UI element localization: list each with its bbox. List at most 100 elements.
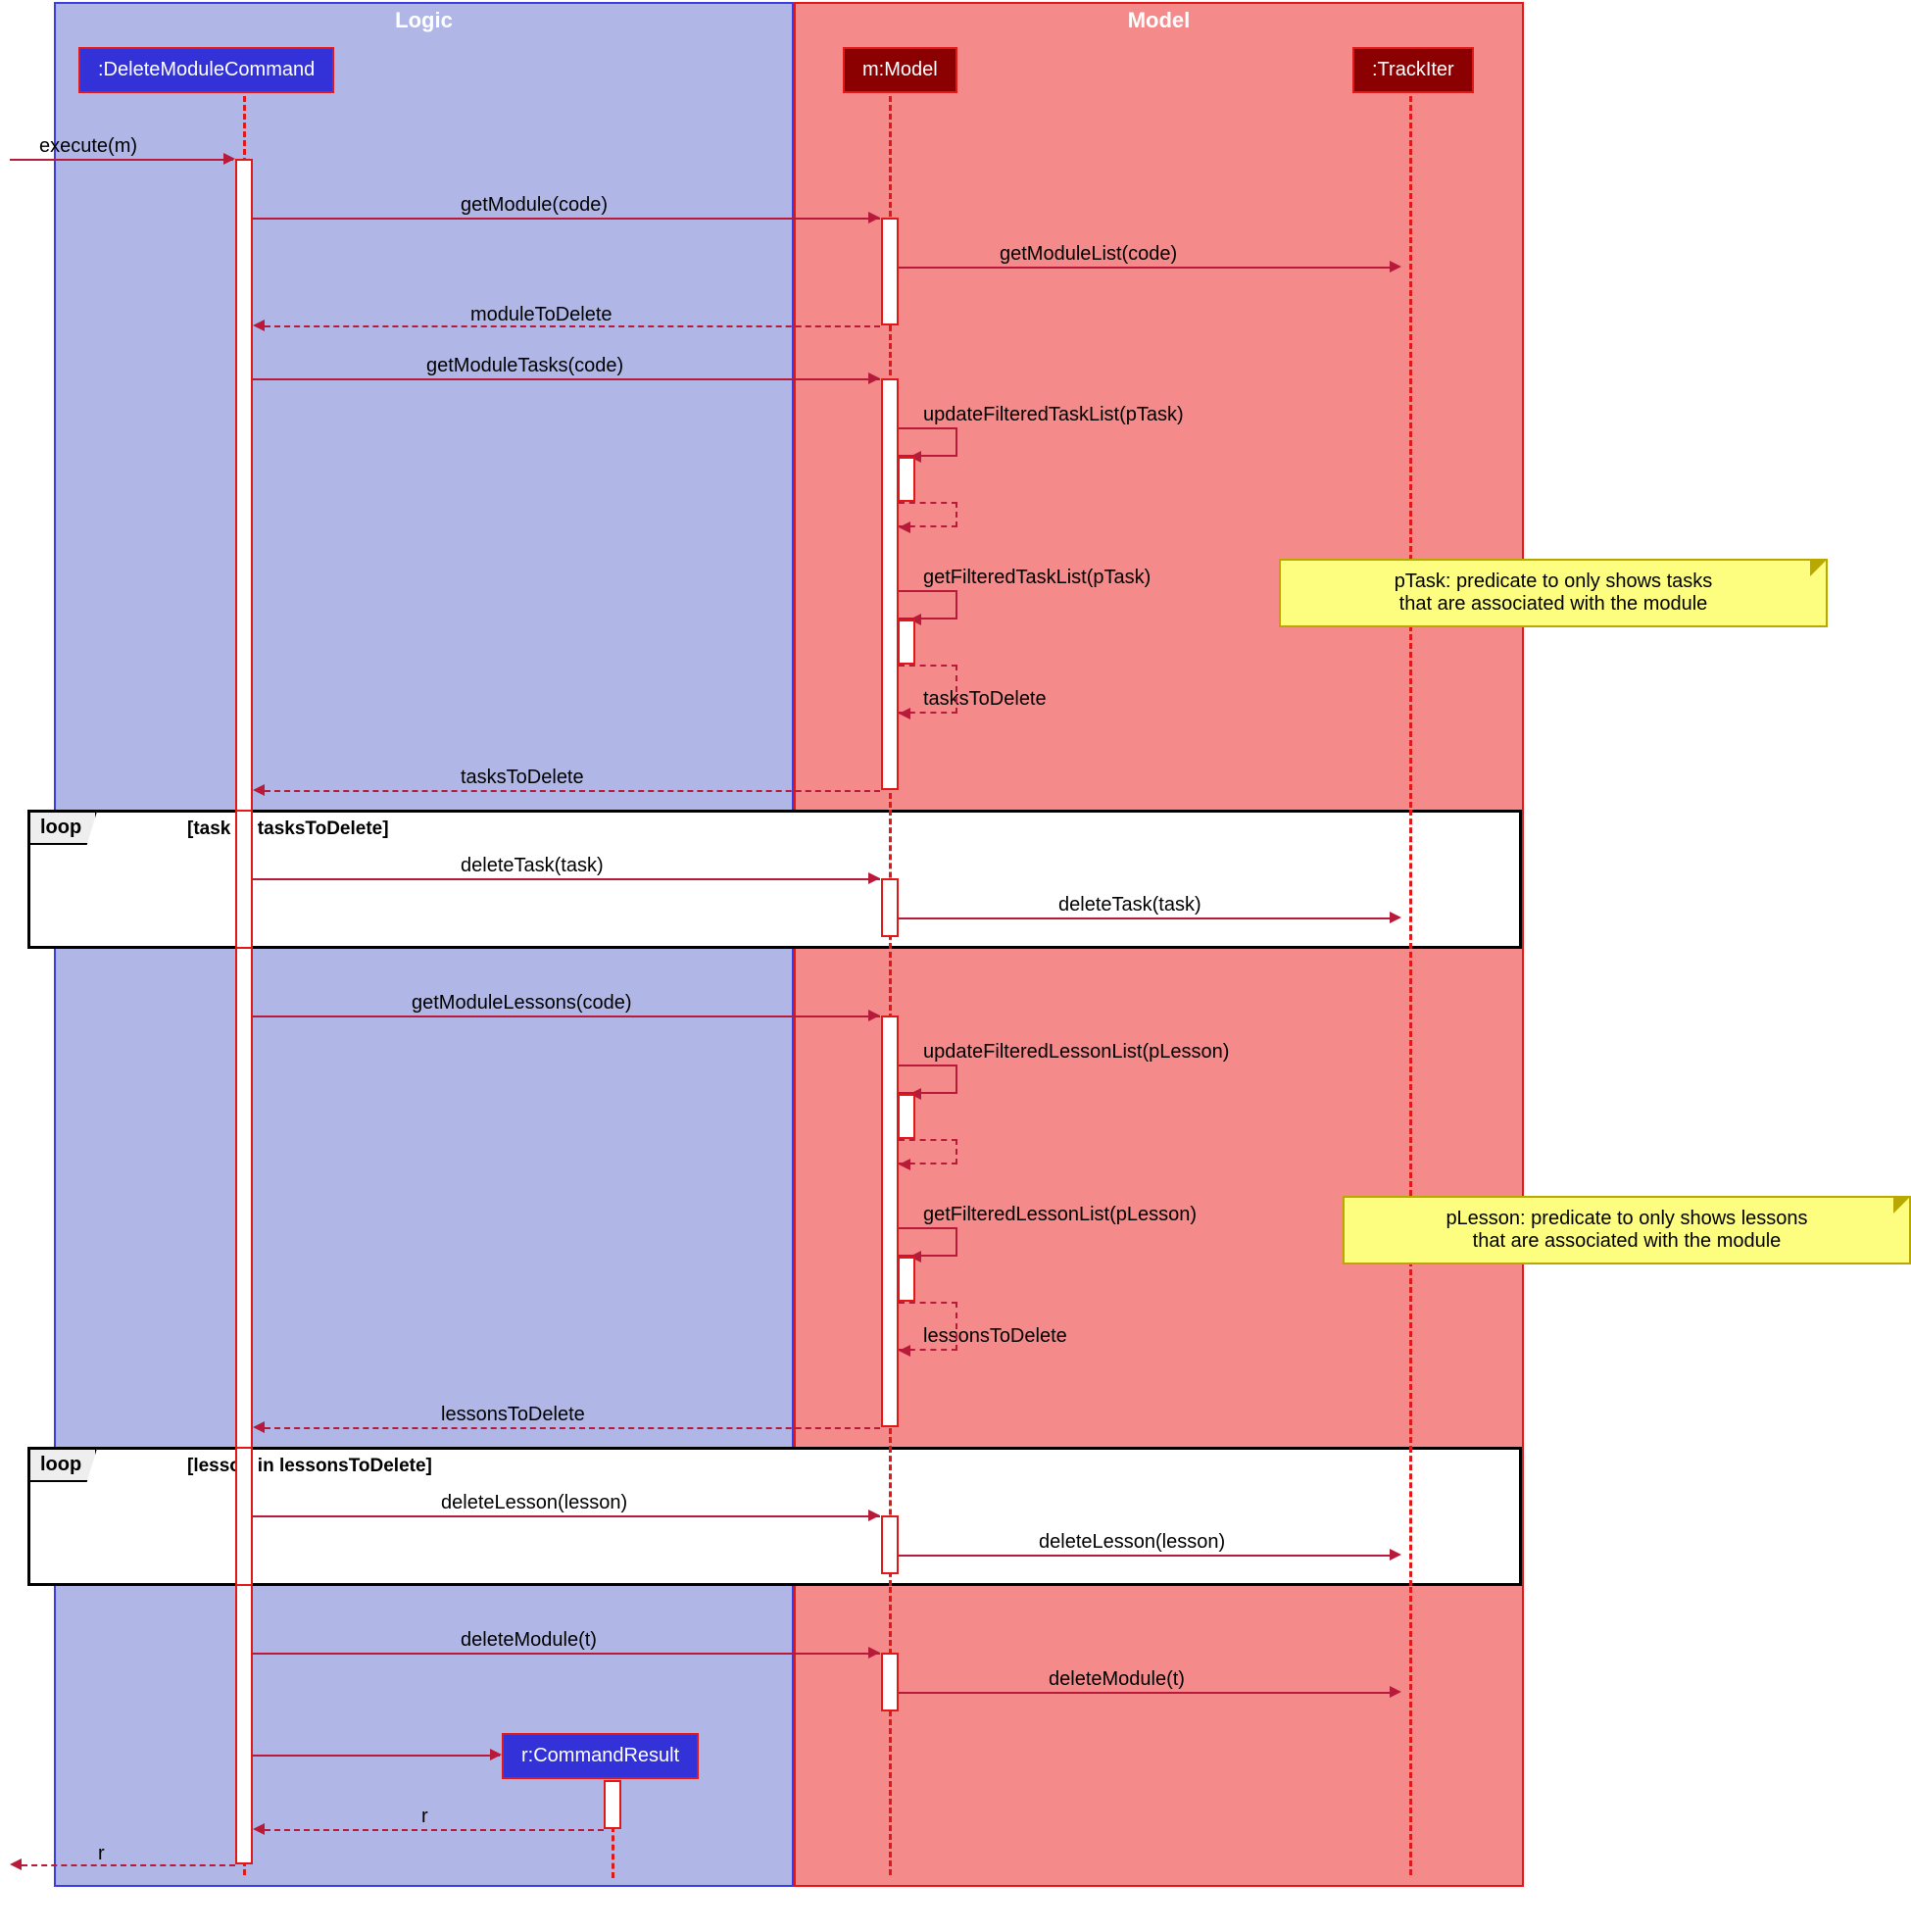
- arrowhead: [899, 1345, 910, 1357]
- msg-lessons-to-delete2: lessonsToDelete: [441, 1404, 585, 1426]
- msg-delete-module2: deleteModule(t): [1049, 1668, 1185, 1691]
- self-return: [899, 665, 957, 714]
- msg-delete-lesson2: deleteLesson(lesson): [1039, 1531, 1225, 1554]
- activation-model3: [881, 878, 899, 937]
- participant-label: r:CommandResult: [521, 1745, 679, 1766]
- arrowhead: [1390, 261, 1401, 272]
- note-text: pLesson: predicate to only shows lessons…: [1446, 1208, 1807, 1252]
- arrowhead: [223, 153, 235, 165]
- activation-cmd: [235, 159, 253, 1864]
- self-call: [899, 1065, 957, 1094]
- arrow: [253, 1653, 880, 1655]
- lifeline-overlay: [1409, 1447, 1412, 1586]
- participant-label: m:Model: [862, 59, 938, 80]
- note-ptask: pTask: predicate to only shows tasks tha…: [1279, 559, 1828, 627]
- arrow: [899, 917, 1396, 919]
- self-call: [899, 590, 957, 619]
- activation-model4: [881, 1016, 899, 1427]
- arrow: [265, 1829, 604, 1831]
- arrowhead: [1390, 912, 1401, 923]
- activation-overlay: [235, 810, 253, 949]
- activation-model6: [881, 1653, 899, 1711]
- activation-result: [604, 1780, 621, 1829]
- msg-get-filtered-lesson: getFilteredLessonList(pLesson): [923, 1204, 1197, 1226]
- arrow: [22, 1864, 235, 1866]
- arrow: [265, 325, 880, 327]
- arrowhead: [1390, 1686, 1401, 1698]
- msg-tasks-to-delete2: tasksToDelete: [461, 767, 584, 789]
- arrowhead: [899, 1159, 910, 1170]
- lifeline-overlay: [1409, 810, 1412, 949]
- loop-label: loop: [28, 811, 97, 845]
- sequence-diagram: Logic Model :DeleteModuleCommand m:Model…: [0, 0, 1911, 1932]
- arrowhead: [868, 212, 880, 223]
- container-logic-title: Logic: [395, 8, 453, 33]
- participant-delete-module-command: :DeleteModuleCommand: [78, 47, 334, 93]
- activation-model1: [881, 218, 899, 325]
- activation-self2: [898, 619, 915, 665]
- arrowhead: [868, 372, 880, 384]
- note-plesson: pLesson: predicate to only shows lessons…: [1343, 1196, 1911, 1264]
- msg-execute: execute(m): [39, 135, 137, 158]
- msg-get-filtered-task: getFilteredTaskList(pTask): [923, 567, 1151, 589]
- activation-self1: [898, 457, 915, 502]
- activation-overlay: [235, 1447, 253, 1586]
- arrow: [253, 1016, 880, 1017]
- loop-guard: [task in tasksToDelete]: [187, 818, 389, 840]
- activation-model5: [881, 1515, 899, 1574]
- msg-r1: r: [421, 1806, 428, 1828]
- note-fold-icon: [1810, 561, 1826, 576]
- arrow-execute: [10, 159, 233, 161]
- arrowhead: [899, 521, 910, 533]
- msg-delete-lesson: deleteLesson(lesson): [441, 1492, 627, 1514]
- arrowhead: [253, 320, 265, 331]
- msg-get-module-tasks: getModuleTasks(code): [426, 355, 623, 377]
- note-fold-icon: [1893, 1198, 1909, 1214]
- participant-trackiter: :TrackIter: [1352, 47, 1474, 93]
- arrow: [265, 1427, 880, 1429]
- msg-update-filtered-task: updateFilteredTaskList(pTask): [923, 404, 1184, 426]
- arrow: [253, 218, 880, 220]
- msg-delete-task: deleteTask(task): [461, 855, 604, 877]
- participant-model: m:Model: [843, 47, 957, 93]
- arrowhead: [253, 1421, 265, 1433]
- arrowhead: [868, 872, 880, 884]
- arrowhead: [253, 784, 265, 796]
- arrowhead: [868, 1010, 880, 1021]
- arrow-create: [253, 1755, 500, 1757]
- participant-command-result: r:CommandResult: [502, 1733, 699, 1779]
- self-call: [899, 427, 957, 457]
- msg-r2: r: [98, 1843, 105, 1865]
- msg-get-module-list: getModuleList(code): [1000, 243, 1177, 266]
- lifeline-model: [889, 96, 892, 1875]
- msg-delete-module: deleteModule(t): [461, 1629, 597, 1652]
- arrowhead: [1390, 1549, 1401, 1560]
- arrowhead: [490, 1749, 502, 1760]
- msg-module-to-delete: moduleToDelete: [470, 304, 612, 326]
- self-call: [899, 1227, 957, 1257]
- arrow: [899, 1555, 1396, 1557]
- arrow: [253, 1515, 880, 1517]
- participant-label: :TrackIter: [1372, 59, 1454, 80]
- arrow: [253, 378, 880, 380]
- container-model-title: Model: [1128, 8, 1191, 33]
- arrow: [899, 1692, 1396, 1694]
- arrowhead: [10, 1858, 22, 1870]
- arrow: [265, 790, 880, 792]
- loop-guard: [lesson in lessonsToDelete]: [187, 1456, 432, 1477]
- activation-model2: [881, 378, 899, 790]
- msg-delete-task2: deleteTask(task): [1058, 894, 1201, 916]
- msg-get-module: getModule(code): [461, 194, 608, 217]
- activation-self3: [898, 1094, 915, 1139]
- loop-label: loop: [28, 1448, 97, 1482]
- arrow: [253, 878, 880, 880]
- arrowhead: [868, 1510, 880, 1521]
- lifeline-track: [1409, 96, 1412, 1875]
- msg-get-module-lessons: getModuleLessons(code): [412, 992, 632, 1015]
- arrowhead: [253, 1823, 265, 1835]
- arrowhead: [868, 1647, 880, 1659]
- self-return: [899, 1302, 957, 1351]
- arrow: [899, 267, 1396, 269]
- note-text: pTask: predicate to only shows tasks tha…: [1395, 570, 1713, 615]
- participant-label: :DeleteModuleCommand: [98, 59, 315, 80]
